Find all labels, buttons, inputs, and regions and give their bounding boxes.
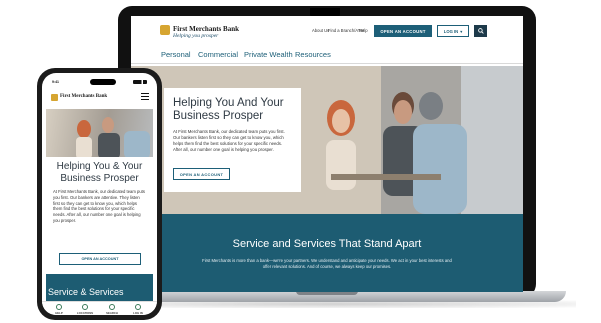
tab-locations-label: LOCATIONS [76,311,94,315]
login-button[interactable]: LOG IN ▾ [437,25,469,37]
mobile-hero-title: Helping You & Your Business Prosper [56,161,143,184]
nav-divider [131,63,523,64]
hamburger-menu-icon[interactable] [141,93,149,100]
mobile-logo-icon [51,94,58,101]
login-label: LOG IN [443,28,459,34]
chevron-down-icon: ▾ [460,28,463,34]
logo-icon [160,25,170,35]
services-body: First Merchants is more than a bank—we'r… [202,258,452,269]
mobile-hero-image [76,117,150,159]
search-button[interactable] [474,25,487,37]
tab-search[interactable]: SEARCH [102,304,122,315]
user-icon [135,304,141,310]
laptop-screen: First Merchants Bank Helping you prosper… [131,16,523,292]
hero-title: Helping You And Your Business Prosper [173,97,284,122]
mobile-open-account-button[interactable]: OPEN AN ACCOUNT [59,253,141,265]
phone-screen: 9:41 First Merchants Bank Helping You & … [42,73,157,315]
nav-personal[interactable]: Personal [161,50,191,59]
nav-private-wealth[interactable]: Private Wealth [244,50,293,59]
tab-login-label: LOG IN [133,311,143,315]
brand-name[interactable]: First Merchants Bank [173,25,239,33]
util-link-help[interactable]: Help [359,28,368,33]
hero-banner: Helping You And Your Business Prosper At… [131,66,523,214]
mobile-hero-body: At First Merchants Bank, our dedicated t… [53,189,145,223]
services-section: Service and Services That Stand Apart Fi… [131,214,523,292]
brand-tagline: Helping you prosper [173,33,219,39]
mobile-hero-card: Helping You & Your Business Prosper At F… [46,157,153,267]
site-header: First Merchants Bank Helping you prosper… [131,16,523,48]
tab-search-label: SEARCH [106,311,118,315]
search-icon [477,28,484,34]
util-link-about[interactable]: About Us [312,28,329,33]
mobile-services-title: Service & Services [48,287,124,297]
hero-card: Helping You And Your Business Prosper At… [164,88,301,192]
tab-login[interactable]: LOG IN [128,304,148,315]
tab-help-label: HELP [55,311,63,315]
services-title: Service and Services That Stand Apart [232,238,422,250]
tab-help[interactable]: HELP [49,304,69,315]
dynamic-island [90,79,116,85]
mobile-brand-name[interactable]: First Merchants Bank [60,94,107,99]
tab-locations[interactable]: LOCATIONS [75,304,95,315]
help-icon [56,304,62,310]
mobile-hero-photo [46,109,153,159]
hero-open-account-button[interactable]: OPEN AN ACCOUNT [173,168,230,180]
open-account-button[interactable]: OPEN AN ACCOUNT [374,25,432,37]
signal-battery-icon [133,80,147,84]
search-icon [109,304,115,310]
nav-commercial[interactable]: Commercial [198,50,238,59]
nav-resources[interactable]: Resources [295,50,331,59]
hero-body: At First Merchants Bank, our dedicated t… [173,129,285,152]
status-time: 9:41 [52,80,60,84]
location-pin-icon [82,304,88,310]
